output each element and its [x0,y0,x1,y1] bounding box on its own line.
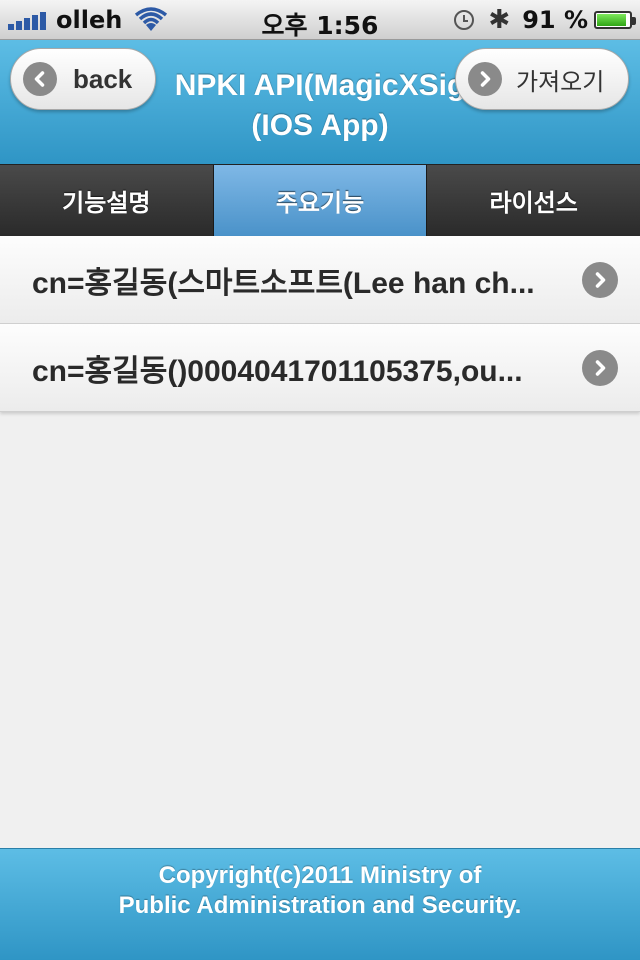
status-bar: 오후 1:56 olleh ✱ 91 % [0,0,640,40]
header-bar: NPKI API(MagicXSig (IOS App) back 가져오기 [0,40,640,164]
chevron-left-icon [23,62,57,96]
clock-icon [454,10,475,30]
page-title-line2: (IOS App) [251,109,389,142]
list-item-label: cn=홍길동(스마트소프트(Lee han ch... [32,266,535,300]
tab-license[interactable]: 라이선스 [427,165,640,236]
tab-bar: 기능설명 주요기능 라이선스 [0,164,640,236]
footer: Copyright(c)2011 Ministry of Public Admi… [0,848,640,960]
chevron-right-icon [582,350,618,386]
back-button-label: back [73,63,133,94]
list-item[interactable]: cn=홍길동(스마트소프트(Lee han ch... [0,236,640,324]
get-button[interactable]: 가져오기 [455,48,629,110]
get-button-label: 가져오기 [516,67,605,96]
footer-copyright-line2: Public Administration and Security. [118,892,522,919]
carrier-name: olleh [56,6,123,34]
chevron-right-icon [468,62,502,96]
signal-bars-icon [8,10,48,30]
battery-fill [597,14,626,26]
tab-main-features[interactable]: 주요기능 [213,165,428,236]
battery-percent: 91 % [522,6,588,34]
bluetooth-icon: ✱ [488,5,511,35]
list-item[interactable]: cn=홍길동()0004041701105375,ou... [0,324,640,412]
tab-feature-description[interactable]: 기능설명 [0,165,214,236]
back-button[interactable]: back [10,48,156,110]
certificate-list: cn=홍길동(스마트소프트(Lee han ch... cn=홍길동()0004… [0,236,640,412]
list-item-label: cn=홍길동()0004041701105375,ou... [32,354,523,388]
chevron-right-icon [582,262,618,298]
battery-icon [594,11,636,29]
wifi-icon [135,7,168,31]
footer-copyright-line1: Copyright(c)2011 Ministry of [158,862,482,889]
